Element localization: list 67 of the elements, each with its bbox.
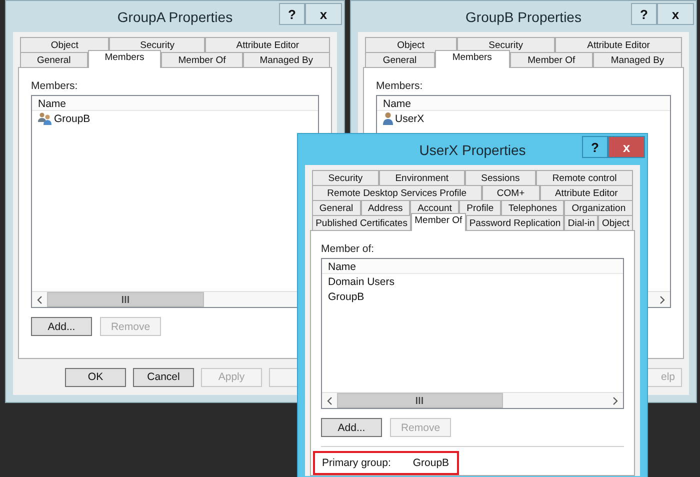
- scroll-right-icon[interactable]: [660, 296, 665, 304]
- field-label: Primary group:: [322, 457, 391, 469]
- window-title: GroupA Properties: [117, 8, 233, 24]
- column-header[interactable]: Name: [32, 96, 318, 111]
- tab[interactable]: Security: [456, 37, 556, 52]
- tab[interactable]: Environment: [378, 170, 465, 185]
- close-button[interactable]: x: [305, 3, 342, 25]
- grip-icon: [416, 397, 424, 404]
- column-header[interactable]: Name: [377, 96, 670, 111]
- list-item[interactable]: UserX: [395, 112, 424, 124]
- tab[interactable]: Attribute Editor: [540, 185, 633, 200]
- tab[interactable]: Attribute Editor: [205, 37, 330, 52]
- tab[interactable]: Object: [20, 37, 110, 52]
- tab[interactable]: Remote control: [536, 170, 634, 185]
- tab[interactable]: COM+: [482, 185, 540, 200]
- scroll-left-icon[interactable]: [327, 396, 332, 404]
- help-button[interactable]: ?: [279, 3, 305, 25]
- tab[interactable]: Dial-in: [564, 215, 598, 230]
- tab[interactable]: Telephones: [501, 200, 564, 215]
- tab[interactable]: Security: [109, 37, 206, 52]
- dialog-button[interactable]: OK: [65, 368, 126, 386]
- close-button[interactable]: x: [608, 136, 645, 158]
- list-item[interactable]: GroupB: [54, 112, 90, 124]
- list-label: Members:: [376, 80, 423, 92]
- close-button[interactable]: x: [657, 3, 694, 25]
- tab[interactable]: Password Replication: [466, 215, 564, 230]
- scroll-thumb[interactable]: [47, 292, 204, 307]
- field-value: GroupB: [412, 457, 450, 469]
- list-item[interactable]: GroupB: [328, 290, 364, 302]
- grip-icon: [122, 296, 130, 303]
- scroll-thumb[interactable]: [337, 393, 503, 408]
- window-title: GroupB Properties: [466, 8, 582, 24]
- tab[interactable]: General: [312, 200, 361, 215]
- tab[interactable]: Sessions: [464, 170, 536, 185]
- tab[interactable]: Attribute Editor: [555, 37, 682, 52]
- tab[interactable]: Profile: [459, 200, 501, 215]
- tab[interactable]: Organization: [564, 200, 634, 215]
- scroll-bar[interactable]: [322, 392, 623, 408]
- list-label: Member of:: [321, 243, 374, 255]
- scroll-left-icon[interactable]: [37, 296, 42, 304]
- tab[interactable]: General: [20, 52, 88, 67]
- user-icon: [383, 112, 393, 125]
- tab[interactable]: General: [365, 52, 434, 67]
- column-header[interactable]: Name: [322, 259, 623, 274]
- tab[interactable]: Managed By: [242, 52, 330, 67]
- tab[interactable]: Security: [312, 170, 379, 185]
- list-button[interactable]: Add...: [321, 418, 382, 437]
- tab[interactable]: Address: [360, 200, 410, 215]
- tab[interactable]: Published Certificates: [312, 215, 412, 230]
- dialog-button[interactable]: Cancel: [133, 368, 194, 386]
- tab[interactable]: Members: [88, 50, 162, 68]
- tab[interactable]: Member Of: [411, 213, 466, 231]
- tab[interactable]: Member Of: [510, 52, 593, 67]
- tab[interactable]: Object: [365, 37, 457, 52]
- tab[interactable]: Remote Desktop Services Profile: [312, 185, 482, 200]
- help-button[interactable]: ?: [582, 136, 608, 158]
- list-label: Members:: [31, 80, 78, 92]
- list-button[interactable]: Add...: [31, 317, 92, 336]
- tab[interactable]: Managed By: [592, 52, 682, 67]
- tab[interactable]: Members: [434, 50, 510, 68]
- tab[interactable]: Object: [598, 215, 634, 230]
- group-icon: [38, 112, 52, 125]
- help-button[interactable]: ?: [631, 3, 657, 25]
- scroll-right-icon[interactable]: [613, 396, 618, 404]
- tab[interactable]: Member Of: [161, 52, 243, 67]
- window-title: UserX Properties: [419, 142, 526, 158]
- list-item[interactable]: Domain Users: [328, 276, 395, 288]
